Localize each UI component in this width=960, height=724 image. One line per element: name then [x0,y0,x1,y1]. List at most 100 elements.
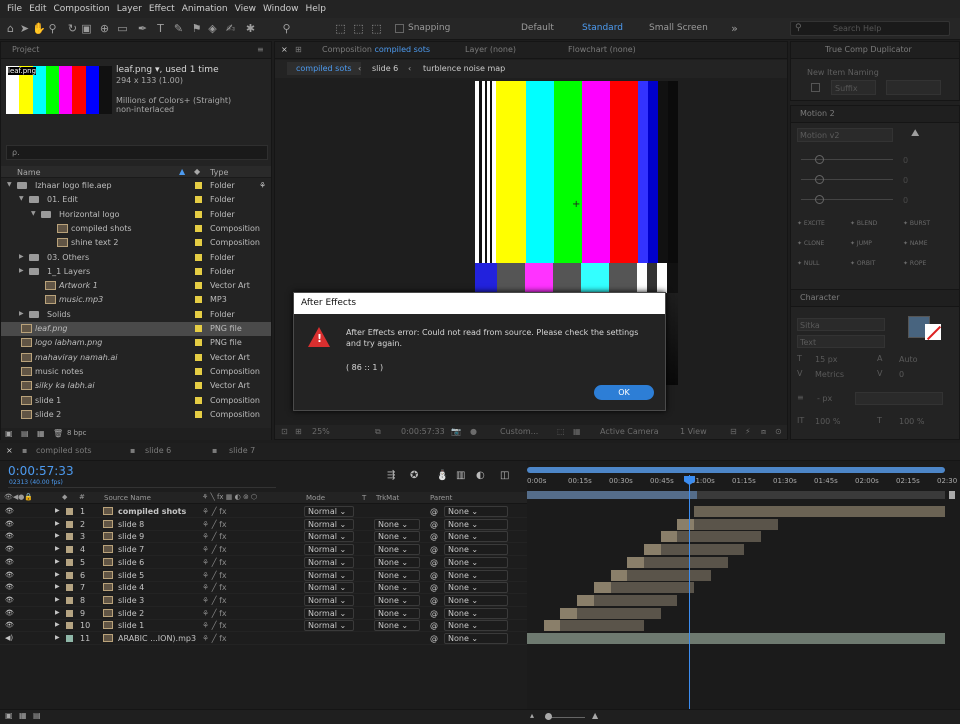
layer-transition-segment[interactable] [593,582,611,594]
layer-switches[interactable]: ⚘ ╱ fx [202,507,227,516]
new-folder-icon[interactable]: ▤ [21,429,29,438]
visibility-eye-icon[interactable]: 👁 [5,507,14,515]
layer-switches[interactable]: ⚘ ╱ fx [202,621,227,630]
layer-source-name[interactable]: slide 6 [118,558,144,567]
layer-mode-select[interactable]: Normal ⌄ [304,620,354,632]
expand-layer-switches-icon[interactable]: ▣ [5,711,13,720]
pen-tool-icon[interactable]: ✒ [136,22,149,35]
layer-mode-select[interactable]: Normal ⌄ [304,544,354,556]
layer-transition-segment[interactable] [577,594,594,606]
work-area-navigator[interactable] [527,467,945,473]
col-name-header[interactable]: Name [17,168,41,177]
parent-pickwhip-icon[interactable]: @ [430,532,438,541]
stroke-style-select[interactable] [855,392,943,405]
expand-toggle-icon[interactable]: ▼ [19,195,24,202]
label-color-swatch[interactable] [195,410,202,418]
project-item[interactable]: logo labham.png PNG file [1,336,271,350]
project-item[interactable]: silky ka labh.ai Vector Art [1,379,271,393]
layer-switches[interactable]: ⚘ ╱ fx [202,583,227,592]
clone-stamp-tool-icon[interactable]: ⚑ [190,22,203,35]
expand-toggle-icon[interactable]: ▼ [31,210,36,217]
layer-switches[interactable]: ⚘ ╱ fx [202,520,227,529]
layer-expand-icon[interactable]: ▶ [55,558,60,565]
layer-parent-select[interactable]: None ⌄ [444,607,508,619]
motion-clone-button[interactable]: ✦ CLONE [797,240,824,247]
sort-asc-icon[interactable]: ▲ [179,167,185,176]
current-time-indicator[interactable] [689,475,690,724]
layer-mode-select[interactable]: Normal ⌄ [304,518,354,530]
audio-toggle-icon[interactable]: ◀) [5,634,13,642]
naming-checkbox[interactable] [811,83,820,92]
layer-switches[interactable]: ⚘ ╱ fx [202,571,227,580]
font-size-value[interactable]: 15 px [815,355,838,364]
puppet-tool-icon[interactable]: ✱ [244,22,257,35]
project-item[interactable]: ▼ Izhaar logo file.aep Folder [1,179,271,193]
composition-mini-flowchart-icon[interactable]: ⇶ [387,470,395,481]
roto-brush-tool-icon[interactable]: ✍ [224,22,237,35]
layer-parent-select[interactable]: None ⌄ [444,620,508,632]
project-tab[interactable]: Project [12,45,39,54]
timeline-layer-row[interactable]: 👁 ▶ 4 slide 7 ⚘ ╱ fx Normal ⌄ None ⌄ @ None ⌄ [0,543,527,557]
layer-duration-bar[interactable] [694,506,945,517]
toggle-mask-icon[interactable]: ⧉ [375,427,381,437]
layer-source-name[interactable]: slide 8 [118,520,144,529]
layer-trkmat-select[interactable]: None ⌄ [374,518,420,530]
visibility-eye-icon[interactable]: 👁 [5,532,14,540]
layer-transition-segment[interactable] [560,607,578,619]
home-icon[interactable]: ⌂ [4,22,17,35]
label-color-swatch[interactable] [195,325,202,332]
layer-parent-select[interactable]: None ⌄ [444,506,508,517]
project-item[interactable]: shine text 2 Composition [1,236,271,250]
project-item[interactable]: ▼ Horizontal logo Folder [1,208,271,222]
zoom-slider-handle[interactable] [545,713,552,720]
project-item[interactable]: music notes Composition [1,365,271,379]
label-color-swatch[interactable] [195,267,202,275]
timeline-layer-row[interactable]: 👁 ▶ 10 slide 1 ⚘ ╱ fx Normal ⌄ None ⌄ @ None ⌄ [0,619,527,633]
zoom-select[interactable]: 25% [312,427,330,436]
layer-mode-select[interactable]: Normal ⌄ [304,607,354,619]
visibility-eye-icon[interactable]: 👁 [5,558,14,566]
project-item[interactable]: mahaviray namah.ai Vector Art [1,351,271,365]
label-column-icon[interactable]: ◆ [194,167,200,176]
snapping-checkbox[interactable] [395,24,404,33]
flowchart-icon[interactable]: ⧈ [761,427,766,437]
zoom-out-icon[interactable]: ▴ [530,711,534,720]
layer-expand-icon[interactable]: ▶ [55,507,60,514]
label-color-swatch[interactable] [195,396,202,404]
label-color-swatch[interactable] [195,210,202,218]
label-color-swatch[interactable] [195,253,202,261]
camera-select[interactable]: Active Camera [600,427,659,436]
label-color-swatch[interactable] [195,382,202,390]
visibility-eye-icon[interactable]: 👁 [5,520,14,528]
parent-pickwhip-icon[interactable]: @ [430,571,438,580]
visibility-eye-icon[interactable]: 👁 [5,583,14,591]
layer-expand-icon[interactable]: ▶ [55,571,60,578]
eraser-tool-icon[interactable]: ◈ [206,22,219,35]
mode-header[interactable]: Mode [306,494,325,502]
menu-animation[interactable]: Animation [182,4,228,14]
layer-transition-segment[interactable] [677,518,695,530]
timeline-layer-row[interactable]: 👁 ▶ 3 slide 9 ⚘ ╱ fx Normal ⌄ None ⌄ @ None ⌄ [0,530,527,544]
label-color-swatch[interactable] [195,310,202,318]
layer-trkmat-select[interactable]: None ⌄ [374,607,420,619]
selection-tool-icon[interactable]: ➤ [18,22,31,35]
resolution-select[interactable]: Custom... [500,427,538,436]
timeline-layer-row[interactable]: 👁 ▶ 5 slide 6 ⚘ ╱ fx Normal ⌄ None ⌄ @ None ⌄ [0,556,527,569]
axis-world-icon[interactable]: ⬚ [352,22,365,35]
parent-pickwhip-icon[interactable]: @ [430,596,438,605]
motion-value-3[interactable]: 0 [903,196,908,205]
label-color-swatch[interactable] [195,196,202,204]
layer-transition-segment[interactable] [543,620,561,632]
layer-mode-select[interactable]: Normal ⌄ [304,556,354,568]
draft-3d-icon[interactable]: ✪ [410,470,418,481]
pin-tool-icon[interactable]: ⚲ [280,22,293,35]
timeline-layer-row[interactable]: 👁 ▶ 1 compiled shots ⚘ ╱ fx Normal ⌄ @ None ⌄ [0,505,527,518]
expand-time-icon[interactable]: ▤ [33,711,41,720]
reset-exposure-icon[interactable]: ⊙ [775,427,782,436]
workspace-small-screen[interactable]: Small Screen [649,23,708,33]
expand-toggle-icon[interactable]: ▶ [19,253,24,260]
layer-source-name[interactable]: ARABIC ...ION).mp3 [118,634,196,643]
motion-version-select[interactable]: Motion v2 [797,128,893,142]
timeline-layer-row[interactable]: 👁 ▶ 7 slide 4 ⚘ ╱ fx Normal ⌄ None ⌄ @ None ⌄ [0,581,527,595]
zoom-tool-icon[interactable]: ⚲ [46,22,59,35]
